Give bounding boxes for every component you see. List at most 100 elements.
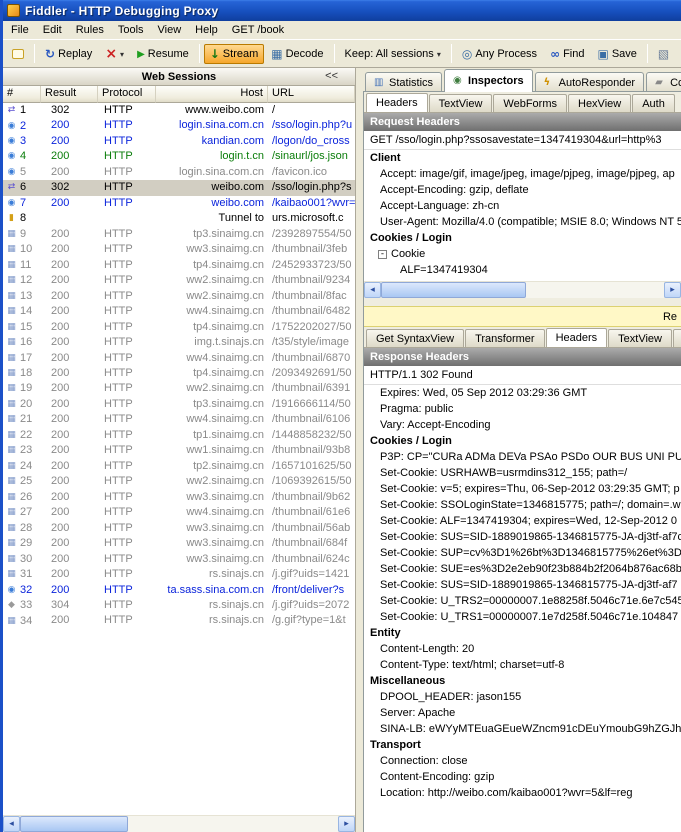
column-header-result[interactable]: Result xyxy=(41,86,98,103)
session-row[interactable]: ⇄1302HTTPwww.weibo.com/ xyxy=(3,103,355,118)
session-row[interactable]: ▦24200HTTPtp2.sinaimg.cn/1657101625/50 xyxy=(3,459,355,474)
session-host: tp3.sinaimg.cn xyxy=(156,397,268,412)
encoding-notice-label: Re xyxy=(663,311,677,323)
session-row[interactable]: ▦20200HTTPtp3.sinaimg.cn/1916666114/50 xyxy=(3,397,355,412)
scroll-right-icon[interactable] xyxy=(664,282,681,298)
session-row[interactable]: ◆33304HTTPrs.sinajs.cn/j.gif?uids=2072 xyxy=(3,598,355,613)
response-tab-transformer[interactable]: Transformer xyxy=(465,329,545,347)
session-row[interactable]: ▦30200HTTPww3.sinaimg.cn/thumbnail/624c xyxy=(3,552,355,567)
save-button[interactable]: Save xyxy=(591,44,642,64)
session-row[interactable]: ▦29200HTTPww3.sinaimg.cn/thumbnail/684f xyxy=(3,536,355,551)
session-row[interactable]: ▦14200HTTPww4.sinaimg.cn/thumbnail/6482 xyxy=(3,304,355,319)
tab-statistics[interactable]: Statistics xyxy=(365,72,442,92)
session-row[interactable]: ⇄6302HTTPweibo.com/sso/login.php?s xyxy=(3,180,355,195)
session-row[interactable]: ◉32200HTTPta.sass.sina.com.cn/front/deli… xyxy=(3,583,355,598)
column-header-url[interactable]: URL xyxy=(268,86,355,103)
session-row[interactable]: ▦25200HTTPww2.sinaimg.cn/1069392615/50 xyxy=(3,474,355,489)
session-row[interactable]: ▦27200HTTPww4.sinaimg.cn/thumbnail/61e6 xyxy=(3,505,355,520)
session-host: ww2.sinaimg.cn xyxy=(156,381,268,396)
menu-item-file[interactable]: File xyxy=(4,22,36,38)
session-url: /thumbnail/6870 xyxy=(268,351,355,366)
session-row[interactable]: ▦31200HTTPrs.sinajs.cn/j.gif?uids=1421 xyxy=(3,567,355,582)
screenshot-button[interactable] xyxy=(652,44,675,64)
session-row[interactable]: ▮8Tunnel tours.microsoft.c xyxy=(3,211,355,226)
decode-button[interactable]: Decode xyxy=(265,44,329,64)
find-button[interactable]: Find xyxy=(544,44,590,64)
session-row[interactable]: ▦12200HTTPww2.sinaimg.cn/thumbnail/9234 xyxy=(3,273,355,288)
scroll-track[interactable] xyxy=(381,282,664,298)
request-tab-webforms[interactable]: WebForms xyxy=(493,94,567,112)
menu-item-tools[interactable]: Tools xyxy=(111,22,151,38)
session-result: 200 xyxy=(41,443,98,458)
session-row[interactable]: ◉5200HTTPlogin.sina.com.cn/favicon.ico xyxy=(3,165,355,180)
session-host: ww4.sinaimg.cn xyxy=(156,505,268,520)
tab-inspectors[interactable]: Inspectors xyxy=(444,69,533,92)
session-row[interactable]: ◉7200HTTPweibo.com/kaibao001?wvr= xyxy=(3,196,355,211)
tab-autoresponder[interactable]: AutoResponder xyxy=(535,72,644,92)
session-row[interactable]: ◉4200HTTPlogin.t.cn/sinaurl/jos.json xyxy=(3,149,355,164)
request-tab-textview[interactable]: TextView xyxy=(429,94,493,112)
collapse-expander-icon[interactable]: - xyxy=(378,250,387,259)
stream-toggle-button[interactable]: Stream xyxy=(204,44,265,64)
response-tab-headers[interactable]: Headers xyxy=(546,328,608,348)
session-row[interactable]: ▦11200HTTPtp4.sinaimg.cn/2452933723/50 xyxy=(3,258,355,273)
any-process-button[interactable]: Any Process xyxy=(456,44,543,64)
session-row[interactable]: ▦23200HTTPww1.sinaimg.cn/thumbnail/93b8 xyxy=(3,443,355,458)
request-tab-hexview[interactable]: HexView xyxy=(568,94,631,112)
scroll-thumb[interactable] xyxy=(20,816,128,832)
menu-item-edit[interactable]: Edit xyxy=(36,22,69,38)
remove-sessions-button[interactable] xyxy=(99,43,130,65)
column-header-host[interactable]: Host xyxy=(156,86,268,103)
timer-button[interactable] xyxy=(676,44,681,64)
menu-item-view[interactable]: View xyxy=(151,22,189,38)
session-host: ww2.sinaimg.cn xyxy=(156,273,268,288)
scroll-left-icon[interactable] xyxy=(3,816,20,832)
session-row[interactable]: ▦16200HTTPimg.t.sinajs.cn/t35/style/imag… xyxy=(3,335,355,350)
comment-button[interactable] xyxy=(6,45,30,63)
scroll-left-icon[interactable] xyxy=(364,282,381,298)
scroll-track[interactable] xyxy=(20,816,338,832)
sessions-hscrollbar[interactable] xyxy=(3,815,355,832)
scroll-thumb[interactable] xyxy=(381,282,526,298)
session-row[interactable]: ▦13200HTTPww2.sinaimg.cn/thumbnail/8fac xyxy=(3,289,355,304)
session-row[interactable]: ▦18200HTTPtp4.sinaimg.cn/2093492691/50 xyxy=(3,366,355,381)
session-url: /2093492691/50 xyxy=(268,366,355,381)
session-row[interactable]: ▦15200HTTPtp4.sinaimg.cn/1752202027/50 xyxy=(3,320,355,335)
session-row[interactable]: ▦28200HTTPww3.sinaimg.cn/thumbnail/56ab xyxy=(3,521,355,536)
toolbar-separator xyxy=(647,44,648,63)
request-tab-auth[interactable]: Auth xyxy=(632,94,675,112)
panel-splitter[interactable] xyxy=(356,68,363,832)
replay-button[interactable]: Replay xyxy=(39,44,98,64)
session-row[interactable]: ▦22200HTTPtp1.sinaimg.cn/1448858232/50 xyxy=(3,428,355,443)
session-row[interactable]: ▦19200HTTPww2.sinaimg.cn/thumbnail/6391 xyxy=(3,381,355,396)
session-row[interactable]: ◉2200HTTPlogin.sina.com.cn/sso/login.php… xyxy=(3,118,355,133)
scroll-right-icon[interactable] xyxy=(338,816,355,832)
response-tab-get-syntaxview[interactable]: Get SyntaxView xyxy=(366,329,464,347)
session-row[interactable]: ◉3200HTTPkandian.com/logon/do_cross xyxy=(3,134,355,149)
request-hscrollbar[interactable] xyxy=(364,281,681,298)
session-row[interactable]: ▦34200HTTPrs.sinajs.cn/g.gif?type=1&t xyxy=(3,613,355,628)
column-header-protocol[interactable]: Protocol xyxy=(98,86,156,103)
session-row[interactable]: ▦17200HTTPww4.sinaimg.cn/thumbnail/6870 xyxy=(3,351,355,366)
column-header-[interactable]: # xyxy=(3,86,41,103)
encoding-notice[interactable]: Re xyxy=(364,306,681,327)
resume-button[interactable]: Resume xyxy=(131,43,195,64)
menu-item-help[interactable]: Help xyxy=(188,22,225,38)
request-tab-headers[interactable]: Headers xyxy=(366,93,428,113)
session-result: 200 xyxy=(41,412,98,427)
request-line: GET /sso/login.php?ssosavestate=13474193… xyxy=(364,131,681,150)
tab-comp[interactable]: Comp xyxy=(646,72,681,92)
response-tab-textview[interactable]: TextView xyxy=(608,329,672,347)
session-row[interactable]: ▦21200HTTPww4.sinaimg.cn/thumbnail/6106 xyxy=(3,412,355,427)
keep-sessions-dropdown[interactable]: Keep: All sessions xyxy=(339,44,447,64)
session-url: /1916666114/50 xyxy=(268,397,355,412)
menu-item-get-book[interactable]: GET /book xyxy=(225,22,291,38)
image-icon: ▦ xyxy=(6,289,17,304)
response-tab-im[interactable]: Im xyxy=(673,329,681,347)
session-url: /logon/do_cross xyxy=(268,134,355,149)
session-row[interactable]: ▦9200HTTPtp3.sinaimg.cn/2392897554/50 xyxy=(3,227,355,242)
menu-item-rules[interactable]: Rules xyxy=(69,22,111,38)
session-row[interactable]: ▦26200HTTPww3.sinaimg.cn/thumbnail/9b62 xyxy=(3,490,355,505)
collapse-panel-button[interactable]: << xyxy=(322,70,341,82)
session-row[interactable]: ▦10200HTTPww3.sinaimg.cn/thumbnail/3feb xyxy=(3,242,355,257)
